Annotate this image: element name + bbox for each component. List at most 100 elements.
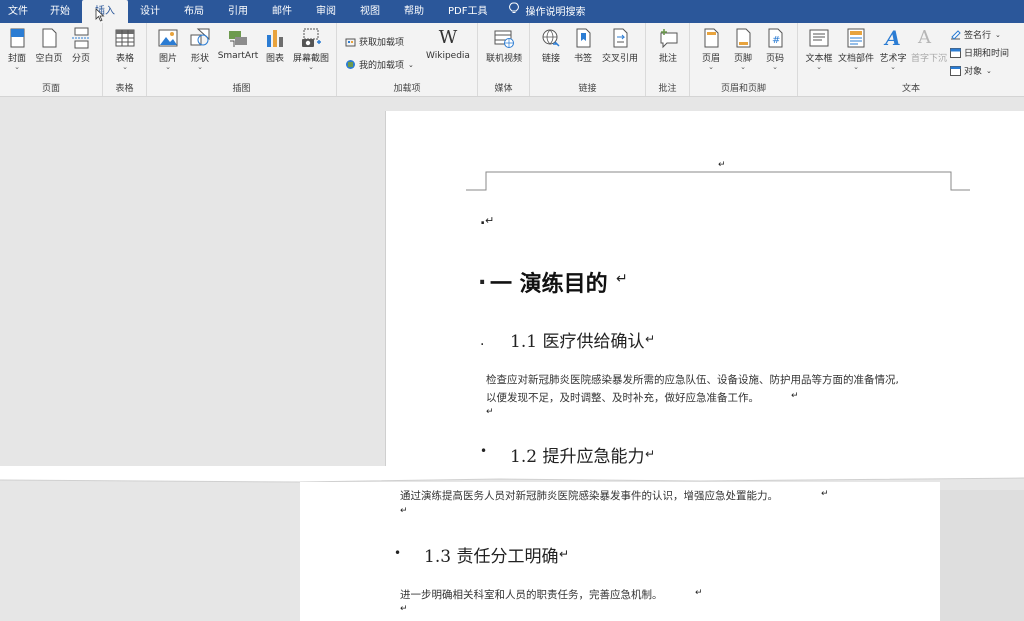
tab-insert[interactable]: 插入: [82, 0, 128, 23]
lightbulb-icon: [509, 0, 520, 23]
body-paragraph-3[interactable]: 进一步明确相关科室和人员的职责任务，完善应急机制。: [400, 587, 663, 602]
group-label-illustrations: 插图: [232, 84, 251, 94]
body-paragraph-2[interactable]: 通过演练提高医务人员对新冠肺炎医院感染暴发事件的认识，增强应急处置能力。: [400, 488, 778, 503]
document-page-continued[interactable]: 通过演练提高医务人员对新冠肺炎医院感染暴发事件的认识，增强应急处置能力。 ↵ ↵…: [300, 482, 940, 621]
tab-help[interactable]: 帮助: [392, 0, 436, 23]
blank-page-button[interactable]: 空白页: [33, 27, 65, 64]
get-addins-button[interactable]: 获取加载项: [345, 35, 404, 48]
bookmark-button[interactable]: 书签: [570, 27, 596, 64]
header-button[interactable]: 页眉 ⌄: [698, 27, 724, 71]
ribbon-tab-bar: 文件 开始 插入 设计 布局 引用 邮件 审阅 视图 帮助 PDF工具 操作说明…: [0, 0, 1024, 23]
ribbon: 封面 ⌄ 空白页 分页 页面 表格 ⌄ 表格 图片 ⌄ 形状 ⌄ SmartAr…: [0, 23, 1024, 97]
paragraph-mark: ↵: [695, 588, 703, 598]
calendar-icon: [950, 47, 961, 58]
addin-puzzle-icon: [345, 59, 356, 70]
text-box-icon: [808, 27, 830, 49]
comment-icon: [657, 27, 679, 49]
tab-view[interactable]: 视图: [348, 0, 392, 23]
smartart-button[interactable]: SmartArt: [217, 27, 259, 61]
group-text: 文本框 ⌄ 文档部件 ⌄ A 艺术字 ⌄ A 首字下沉 签名行 ⌄ 日期和时间 对象 ⌄ …: [798, 23, 1024, 96]
tab-references[interactable]: 引用: [216, 0, 260, 23]
tell-me-search[interactable]: 操作说明搜索: [499, 0, 595, 23]
smartart-icon: [227, 27, 249, 49]
object-button[interactable]: 对象 ⌄: [950, 64, 992, 77]
page-number-button[interactable]: # 页码 ⌄: [762, 27, 788, 71]
screenshot-button[interactable]: 屏幕截图 ⌄: [291, 27, 331, 71]
group-label-comments: 批注: [658, 84, 677, 94]
paragraph-mark: ↵: [559, 547, 570, 561]
heading-2-3[interactable]: 1.3 责任分工明确: [424, 542, 558, 567]
paragraph-mark: ↵: [400, 604, 408, 614]
tab-mailings[interactable]: 邮件: [260, 0, 304, 23]
tab-layout[interactable]: 布局: [172, 0, 216, 23]
tab-file[interactable]: 文件: [0, 0, 38, 23]
group-tables: 表格 ⌄ 表格: [103, 23, 147, 96]
pictures-button[interactable]: 图片 ⌄: [155, 27, 181, 71]
group-label-tables: 表格: [115, 84, 134, 94]
wikipedia-button[interactable]: W Wikipedia: [425, 27, 471, 61]
group-addins: 获取加载项 我的加载项 ⌄ W Wikipedia 加载项: [337, 23, 478, 96]
body-paragraph-1a[interactable]: 检查应对新冠肺炎医院感染暴发所需的应急队伍、设备设施、防护用品等方面的准备情况,: [486, 372, 899, 387]
tab-review[interactable]: 审阅: [304, 0, 348, 23]
paragraph-mark: ↵: [645, 447, 656, 461]
document-page[interactable]: ↵ . ↵ . 一 演练目的 ↵ . 1.1 医疗供给确认 ↵ 检查应对新冠肺炎…: [385, 111, 1024, 476]
header-boundary: [466, 171, 970, 191]
text-box-button[interactable]: 文本框 ⌄: [804, 27, 834, 71]
footer-icon: [732, 27, 754, 49]
bookmark-icon: [572, 27, 594, 49]
bullet-dot: .: [480, 333, 485, 349]
bullet: •: [480, 444, 488, 458]
new-comment-button[interactable]: 批注: [655, 27, 681, 64]
chart-button[interactable]: 图表: [263, 27, 287, 64]
date-time-button[interactable]: 日期和时间: [950, 46, 1009, 59]
wordart-button[interactable]: A 艺术字 ⌄: [878, 27, 908, 71]
store-icon: [345, 36, 356, 47]
svg-text:#: #: [772, 35, 780, 46]
link-button[interactable]: 链接: [538, 27, 564, 64]
header-paragraph-mark: ↵: [718, 160, 726, 170]
cross-reference-button[interactable]: 交叉引用: [600, 27, 640, 64]
table-icon: [114, 27, 136, 49]
link-globe-icon: [540, 27, 562, 49]
page-number-icon: #: [764, 27, 786, 49]
signature-line-button[interactable]: 签名行 ⌄: [950, 28, 1001, 41]
tab-pdf-tools[interactable]: PDF工具: [436, 0, 499, 23]
body-paragraph-1b[interactable]: 以便发现不足，及时调整、及时补充，做好应急准备工作。: [486, 390, 759, 405]
wordart-icon: A: [885, 26, 901, 50]
group-label-pages: 页面: [41, 84, 60, 94]
paragraph-mark: ↵: [486, 407, 494, 417]
group-label-text: 文本: [901, 84, 920, 94]
group-label-media: 媒体: [494, 84, 513, 94]
heading-2-1[interactable]: 1.1 医疗供给确认: [510, 327, 644, 352]
shapes-icon: [189, 27, 211, 49]
my-addins-button[interactable]: 我的加载项 ⌄: [345, 58, 414, 71]
tell-me-label: 操作说明搜索: [525, 7, 586, 18]
online-video-button[interactable]: 联机视频: [484, 27, 524, 64]
table-button[interactable]: 表格 ⌄: [111, 27, 139, 71]
header-icon: [700, 27, 722, 49]
paragraph-mark: ↵: [821, 489, 829, 499]
bullet: •: [394, 546, 402, 560]
group-label-links: 链接: [578, 84, 597, 94]
quick-parts-button[interactable]: 文档部件 ⌄: [836, 27, 876, 71]
online-video-icon: [493, 27, 515, 49]
tab-home[interactable]: 开始: [38, 0, 82, 23]
group-pages: 封面 ⌄ 空白页 分页 页面: [0, 23, 103, 96]
paragraph-mark: ↵: [400, 506, 408, 516]
drop-cap-button[interactable]: A 首字下沉: [910, 27, 948, 64]
wikipedia-icon: W: [438, 27, 458, 48]
paragraph-mark: ↵: [791, 391, 799, 401]
group-header-footer: 页眉 ⌄ 页脚 ⌄ # 页码 ⌄ 页眉和页脚: [690, 23, 798, 96]
tab-design[interactable]: 设计: [128, 0, 172, 23]
shapes-button[interactable]: 形状 ⌄: [187, 27, 213, 71]
group-label-addins: 加载项: [393, 84, 421, 94]
heading-1[interactable]: 一 演练目的: [490, 266, 608, 298]
page-break-button[interactable]: 分页: [68, 27, 94, 64]
heading-2-2[interactable]: 1.2 提升应急能力: [510, 442, 644, 467]
cross-reference-icon: [609, 27, 631, 49]
footer-button[interactable]: 页脚 ⌄: [730, 27, 756, 71]
paragraph-mark: ↵: [616, 271, 628, 287]
blank-page-icon: [38, 27, 60, 49]
heading-dot: .: [478, 265, 487, 290]
cover-page-button[interactable]: 封面 ⌄: [5, 27, 29, 71]
